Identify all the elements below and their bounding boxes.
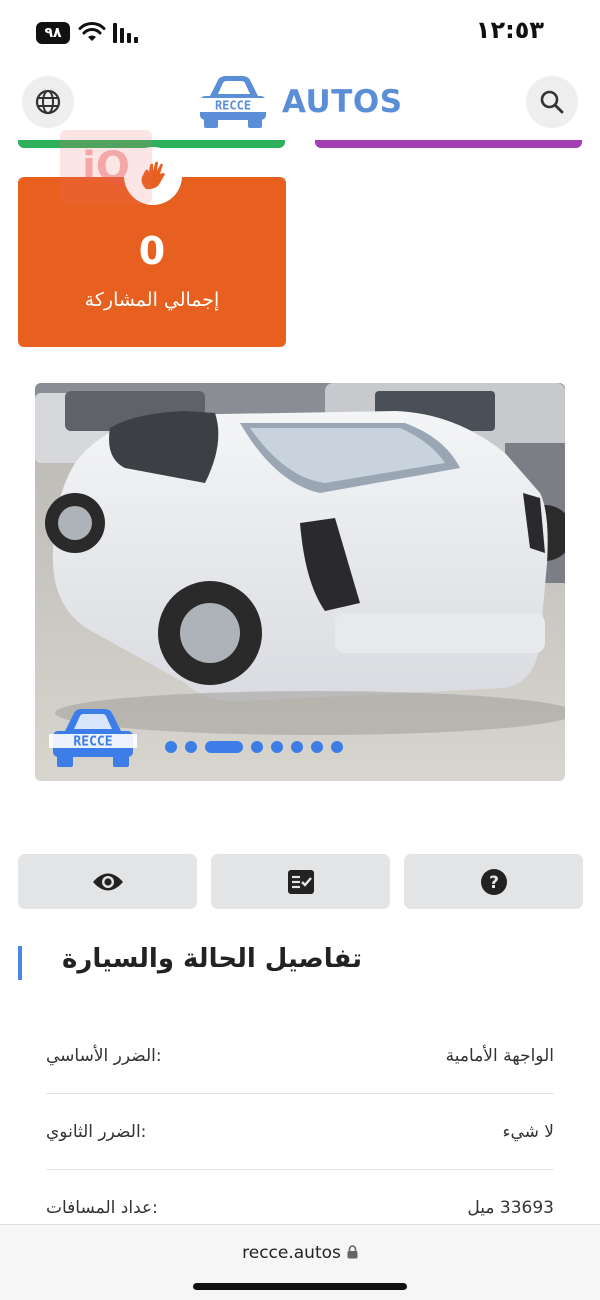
- checklist-icon: [287, 869, 314, 894]
- language-button[interactable]: [22, 76, 74, 128]
- search-icon: [540, 90, 564, 114]
- browser-address-bar[interactable]: recce.autos: [0, 1224, 600, 1300]
- status-bar: ٩٨ ١٢:٥٣: [0, 0, 600, 62]
- detail-label: :الضرر الأساسي: [46, 1046, 162, 1066]
- help-icon: ?: [480, 868, 507, 895]
- section-title: تفاصيل الحالة والسيارة: [62, 944, 362, 974]
- total-engagement-card: 0 إجمالي المشاركة: [18, 147, 286, 347]
- engagement-count: 0: [138, 229, 166, 273]
- svg-text:?: ?: [489, 873, 499, 893]
- cellular-signal-icon: [113, 23, 138, 43]
- pagination-dot[interactable]: [271, 741, 283, 753]
- detail-value: 33693 ميل: [467, 1198, 554, 1218]
- section-accent-bar: [18, 946, 22, 980]
- logo-badge-text: RECCE: [215, 99, 251, 113]
- eye-icon: [92, 873, 123, 890]
- gallery-pagination: [165, 739, 343, 755]
- engagement-label: إجمالي المشاركة: [84, 289, 220, 311]
- purple-card-edge: [315, 140, 582, 148]
- car-logo-icon: RECCE: [196, 76, 270, 128]
- battery-indicator: ٩٨: [36, 22, 70, 44]
- watermark-car-logo-icon: RECCE: [49, 709, 137, 767]
- brand-logo[interactable]: RECCE AUTOS: [196, 72, 406, 132]
- url-display[interactable]: recce.autos: [0, 1243, 600, 1263]
- search-button[interactable]: [526, 76, 578, 128]
- car-photo-gallery[interactable]: RECCE: [35, 383, 565, 781]
- view-button[interactable]: [18, 854, 197, 909]
- pagination-dot[interactable]: [291, 741, 303, 753]
- detail-row-secondary-damage: :الضرر الثانوي لا شيء: [46, 1094, 554, 1170]
- home-indicator[interactable]: [193, 1283, 407, 1290]
- logo-text: AUTOS: [282, 84, 403, 120]
- section-header: تفاصيل الحالة والسيارة: [18, 944, 582, 982]
- detail-label: :عداد المسافات: [46, 1198, 158, 1218]
- pagination-dot[interactable]: [311, 741, 323, 753]
- help-button[interactable]: ?: [404, 854, 583, 909]
- url-text: recce.autos: [242, 1243, 341, 1263]
- pagination-dot[interactable]: [165, 741, 177, 753]
- pagination-dot-active[interactable]: [205, 741, 243, 753]
- detail-value: الواجهة الأمامية: [445, 1046, 554, 1066]
- globe-icon: [35, 89, 61, 115]
- pagination-dot[interactable]: [251, 741, 263, 753]
- wifi-icon: [78, 22, 106, 41]
- detail-label: :الضرر الثانوي: [46, 1122, 147, 1142]
- detail-value: لا شيء: [502, 1122, 554, 1142]
- report-button[interactable]: [211, 854, 390, 909]
- iq-watermark: iQ: [60, 130, 152, 204]
- pagination-dot[interactable]: [185, 741, 197, 753]
- status-time: ١٢:٥٣: [475, 16, 544, 44]
- lock-icon: [347, 1245, 358, 1259]
- detail-row-primary-damage: :الضرر الأساسي الواجهة الأمامية: [46, 1018, 554, 1094]
- watermark-logo-text: RECCE: [73, 735, 112, 750]
- pagination-dot[interactable]: [331, 741, 343, 753]
